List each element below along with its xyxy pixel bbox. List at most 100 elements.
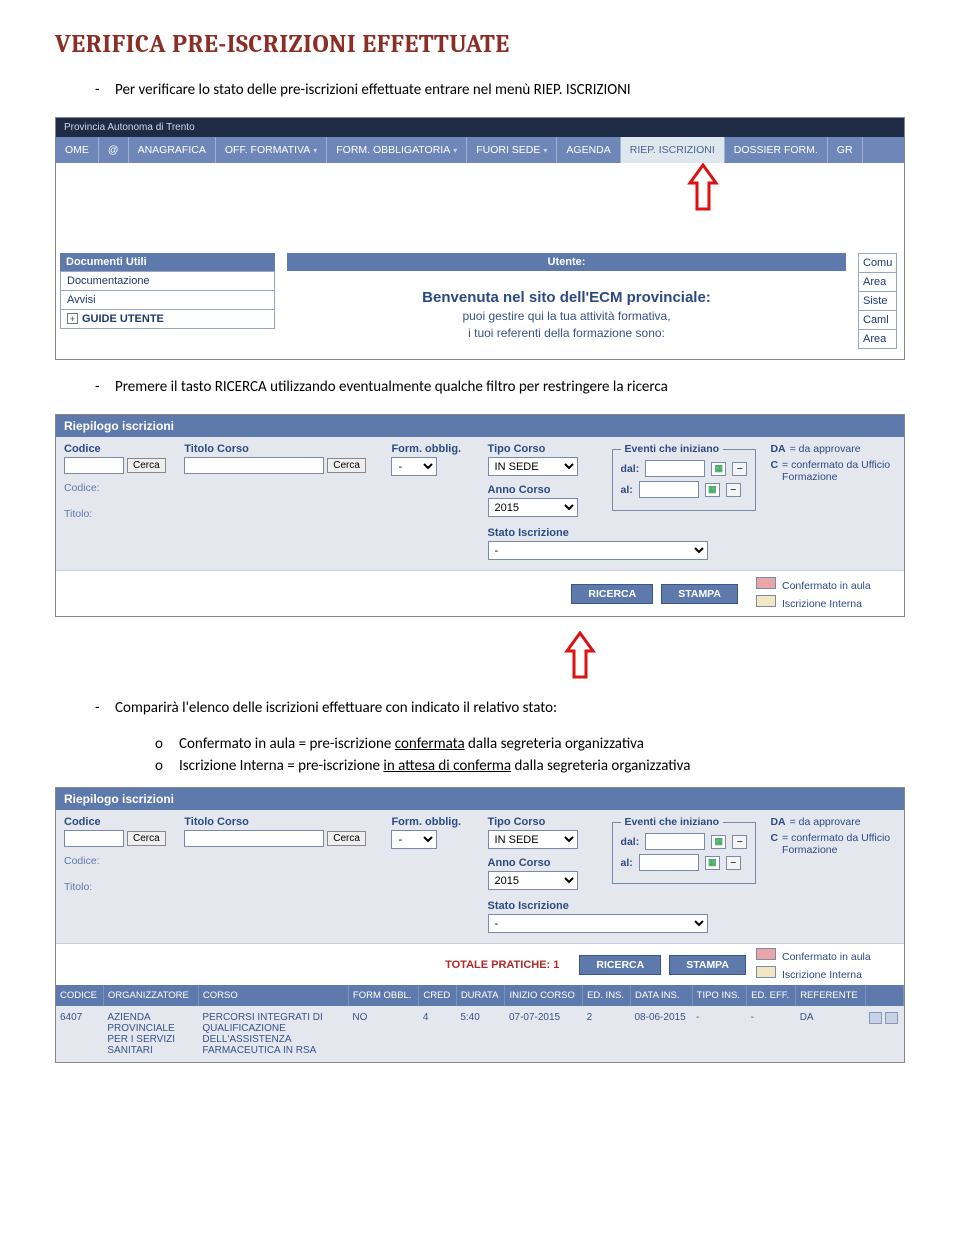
titolo-input[interactable]: [184, 830, 324, 847]
cell-corso: PERCORSI INTEGRATI DI QUALIFICAZIONE DEL…: [198, 1006, 348, 1062]
calendar-icon[interactable]: ▦: [711, 462, 726, 476]
cell-edeff: -: [747, 1006, 796, 1062]
label-tipo-corso: Tipo Corso: [488, 816, 598, 828]
stampa-button[interactable]: STAMPA: [669, 955, 746, 975]
label-titolo: Titolo Corso: [184, 443, 377, 455]
anno-corso-select[interactable]: 2015: [488, 871, 578, 890]
cell-datains: 08-06-2015: [630, 1006, 692, 1062]
meta-titolo: Titolo:: [64, 508, 170, 520]
sublist-item-confermato: oConfermato in aula = pre-iscrizione con…: [155, 735, 905, 753]
plus-icon: +: [67, 313, 78, 324]
col-referente: REFERENTE: [796, 985, 865, 1006]
results-header-row: CODICE ORGANIZZATORE CORSO FORM OBBL. CR…: [56, 985, 904, 1006]
main-nav: OME @ ANAGRAFICA OFF. FORMATIVA▾ FORM. O…: [56, 137, 904, 163]
nav-off-formativa[interactable]: OFF. FORMATIVA▾: [216, 137, 327, 163]
clear-date-icon[interactable]: –: [732, 835, 747, 849]
eventi-legend: Eventi che iniziano: [621, 816, 724, 828]
stampa-button[interactable]: STAMPA: [661, 584, 738, 604]
cell-ref: DA: [796, 1006, 865, 1062]
window-subtitle: Provincia Autonoma di Trento: [64, 122, 896, 133]
nav-agenda[interactable]: AGENDA: [557, 137, 620, 163]
cell-tipoins: -: [692, 1006, 747, 1062]
row-action-icon[interactable]: [869, 1012, 882, 1024]
utente-header: Utente:: [287, 253, 846, 271]
label-anno-corso: Anno Corso: [488, 484, 598, 496]
documenti-utili-list: Documentazione Avvisi +GUIDE UTENTE: [60, 271, 275, 329]
cerca-codice-button[interactable]: Cerca: [127, 458, 166, 473]
filter-header: Riepilogo iscrizioni: [56, 788, 904, 810]
welcome-title: Benvenuta nel sito dell'ECM provinciale:: [287, 289, 846, 306]
tipo-corso-select[interactable]: IN SEDE: [488, 830, 578, 849]
right-link[interactable]: Area: [859, 330, 897, 349]
nav-anagrafica[interactable]: ANAGRAFICA: [129, 137, 216, 163]
nav-dossier-form[interactable]: DOSSIER FORM.: [725, 137, 828, 163]
anno-corso-select[interactable]: 2015: [488, 498, 578, 517]
right-link[interactable]: Area: [859, 273, 897, 292]
calendar-icon[interactable]: ▦: [705, 483, 720, 497]
col-codice: CODICE: [56, 985, 103, 1006]
right-link[interactable]: Siste: [859, 292, 897, 311]
codice-input[interactable]: [64, 457, 124, 474]
cerca-titolo-button[interactable]: Cerca: [327, 831, 366, 846]
nav-fuori-sede[interactable]: FUORI SEDE▾: [467, 137, 557, 163]
cerca-codice-button[interactable]: Cerca: [127, 831, 166, 846]
col-inizio: INIZIO CORSO: [505, 985, 583, 1006]
al-input[interactable]: [639, 854, 699, 871]
nav-extra[interactable]: GR: [828, 137, 863, 163]
right-link[interactable]: Comu: [859, 254, 897, 273]
cell-actions: [865, 1006, 903, 1062]
col-form-obbl: FORM OBBL.: [348, 985, 418, 1006]
calendar-icon[interactable]: ▦: [705, 856, 720, 870]
eventi-fieldset: Eventi che iniziano dal:▦– al:▦–: [612, 822, 757, 884]
welcome-sub2: i tuoi referenti della formazione sono:: [287, 326, 846, 340]
calendar-icon[interactable]: ▦: [711, 835, 726, 849]
ricerca-button[interactable]: RICERCA: [579, 955, 661, 975]
col-actions: [865, 985, 903, 1006]
window-header: Provincia Autonoma di Trento: [56, 118, 904, 137]
results-table: CODICE ORGANIZZATORE CORSO FORM OBBL. CR…: [56, 985, 904, 1062]
col-ed-eff: ED. EFF.: [747, 985, 796, 1006]
totale-pratiche: TOTALE PRATICHE: 1: [64, 959, 579, 971]
dal-input[interactable]: [645, 460, 705, 477]
documenti-utili-item[interactable]: Avvisi: [61, 291, 275, 310]
clear-date-icon[interactable]: –: [726, 483, 741, 497]
label-form-obblig: Form. obblig.: [391, 443, 473, 455]
nav-riep-iscrizioni[interactable]: RIEP. ISCRIZIONI: [621, 137, 725, 163]
chevron-down-icon: ▾: [453, 146, 457, 155]
nav-home[interactable]: OME: [56, 137, 99, 163]
nav-form-obbligatoria[interactable]: FORM. OBBLIGATORIA▾: [327, 137, 467, 163]
al-input[interactable]: [639, 481, 699, 498]
chevron-down-icon: ▾: [543, 146, 547, 155]
form-obblig-select[interactable]: -: [391, 830, 437, 849]
clear-date-icon[interactable]: –: [732, 462, 747, 476]
tipo-corso-select[interactable]: IN SEDE: [488, 457, 578, 476]
right-link[interactable]: Caml: [859, 311, 897, 330]
documenti-utili-item[interactable]: +GUIDE UTENTE: [61, 310, 275, 329]
screenshot-filter-results: Riepilogo iscrizioni Codice Cerca Codice…: [55, 787, 905, 1063]
label-tipo-corso: Tipo Corso: [488, 443, 598, 455]
form-obblig-select[interactable]: -: [391, 457, 437, 476]
highlight-arrow-icon: [555, 631, 605, 681]
eventi-fieldset: Eventi che iniziano dal:▦– al:▦–: [612, 449, 757, 511]
cerca-titolo-button[interactable]: Cerca: [327, 458, 366, 473]
titolo-input[interactable]: [184, 457, 324, 474]
intro-paragraph-3: -Comparirà l'elenco delle iscrizioni eff…: [95, 699, 905, 717]
dal-input[interactable]: [645, 833, 705, 850]
col-cred: CRED: [419, 985, 456, 1006]
filter-header: Riepilogo iscrizioni: [56, 415, 904, 437]
nav-at[interactable]: @: [99, 137, 129, 163]
swatch-confermato-icon: [756, 577, 776, 589]
label-titolo: Titolo Corso: [184, 816, 377, 828]
row-action-icon[interactable]: [885, 1012, 898, 1024]
intro-paragraph-2: -Premere il tasto RICERCA utilizzando ev…: [95, 378, 905, 396]
cell-durata: 5:40: [456, 1006, 505, 1062]
clear-date-icon[interactable]: –: [726, 856, 741, 870]
intro-paragraph-1: -Per verificare lo stato delle pre-iscri…: [95, 81, 905, 99]
meta-codice: Codice:: [64, 855, 170, 867]
meta-titolo: Titolo:: [64, 881, 170, 893]
table-row: 6407 AZIENDA PROVINCIALE PER I SERVIZI S…: [56, 1006, 904, 1062]
label-form-obblig: Form. obblig.: [391, 816, 473, 828]
codice-input[interactable]: [64, 830, 124, 847]
documenti-utili-item[interactable]: Documentazione: [61, 272, 275, 291]
ricerca-button[interactable]: RICERCA: [571, 584, 653, 604]
